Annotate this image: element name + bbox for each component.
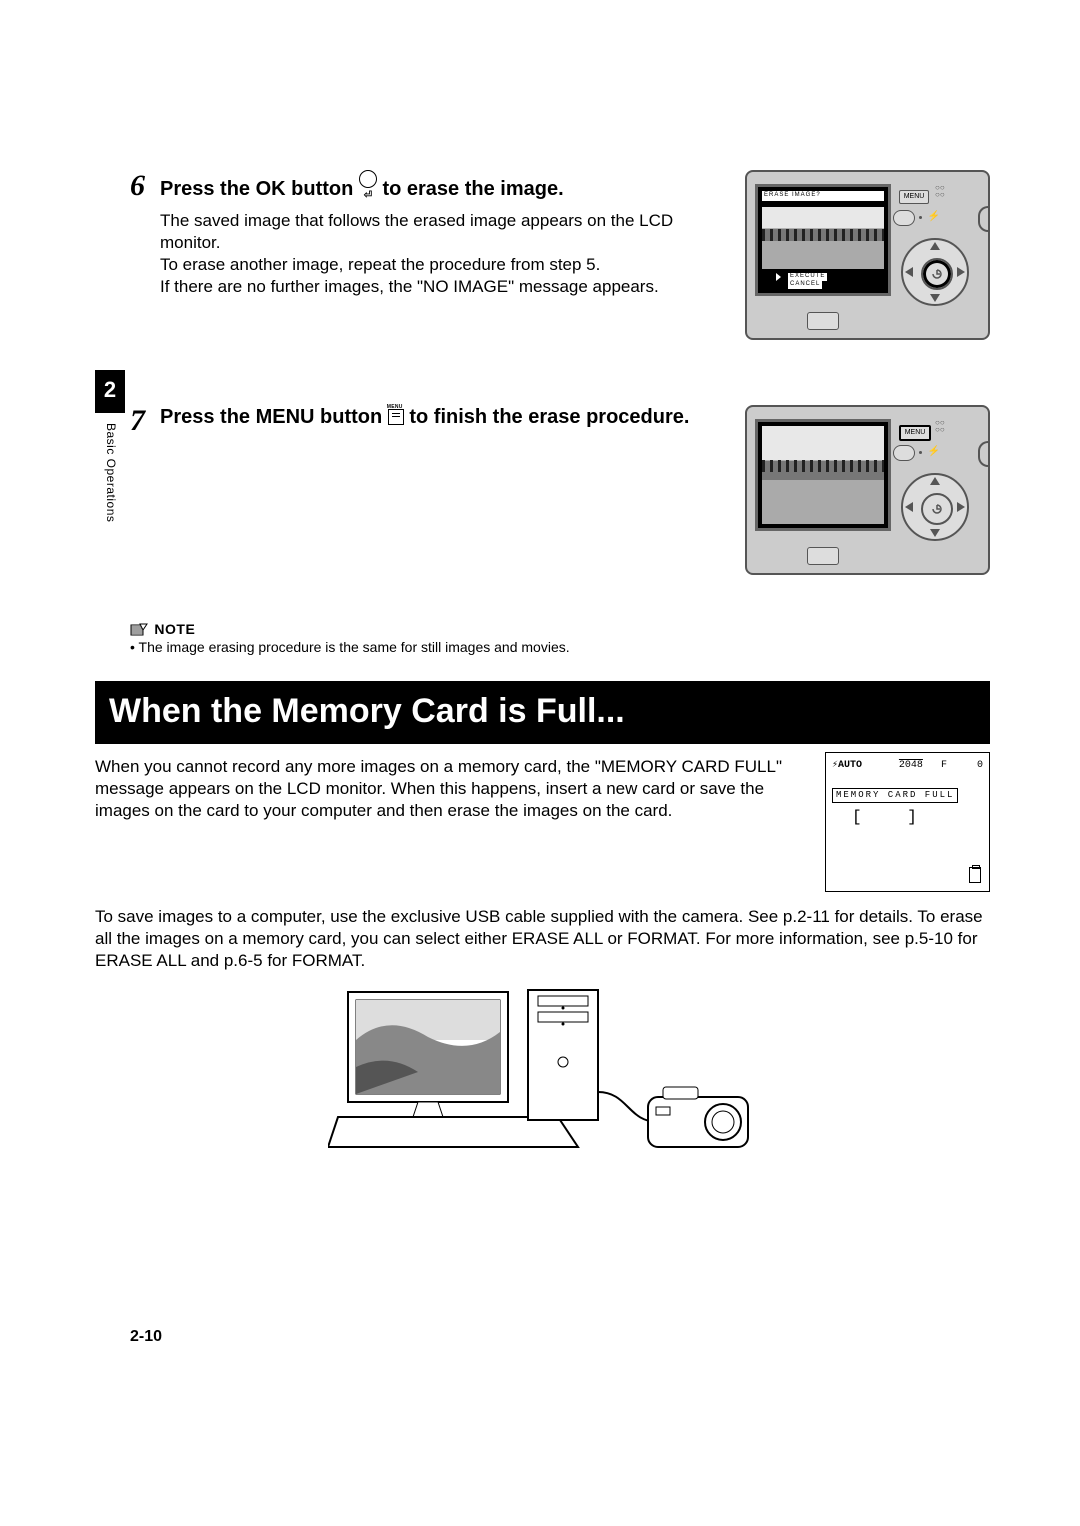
page-number: 2-10 — [130, 1327, 162, 1348]
manual-page: 2 Basic Operations 6 Press the OK button… — [0, 0, 1080, 1526]
step-number: 7 — [130, 401, 145, 440]
camera-illustration: MENU ○○○○ ⚡ — [745, 405, 990, 575]
lcd-count: 0 — [977, 760, 983, 771]
camera-speaker-dots: ○○○○ — [935, 419, 945, 433]
camera-grip — [978, 206, 990, 232]
menu-button-icon — [388, 409, 404, 425]
camera-illustration: ERASE IMAGE? EXECUTE CANCEL MENU ○○○○ ⚡ — [745, 170, 990, 340]
lcd-brackets: [ ] — [832, 807, 983, 828]
step-heading-part-b: to finish the erase procedure. — [409, 406, 689, 428]
lcd-photo — [762, 426, 884, 524]
lcd-message: MEMORY CARD FULL — [832, 788, 958, 804]
section-para-2: To save images to a computer, use the ex… — [95, 906, 990, 972]
flash-icon: ⚡ — [927, 210, 941, 224]
lcd-flash-mode: ⚡AUTO — [832, 759, 862, 772]
camera-menu-button-highlighted: MENU — [899, 425, 931, 441]
step-heading: Press the MENU button to finish the eras… — [160, 405, 720, 430]
camera-dpad — [895, 467, 975, 547]
lcd-resolution: 2048 — [899, 760, 923, 771]
camera-speaker-dots: ○○○○ — [935, 184, 945, 198]
camera-lcd — [755, 419, 891, 531]
dpad-ok-button — [921, 493, 953, 525]
camera-menu-button: MENU — [899, 190, 929, 204]
step-body-line: The saved image that follows the erased … — [160, 210, 720, 254]
memory-full-lcd: ⚡AUTO 2048 F 0 MEMORY CARD FULL [ ] — [825, 752, 990, 892]
step-body-line: If there are no further images, the "NO … — [160, 276, 720, 298]
lcd-quality: F — [941, 760, 947, 771]
camera-power-button — [893, 445, 915, 461]
chapter-tab: 2 Basic Operations — [95, 370, 125, 528]
note-block: NOTE • The image erasing procedure is th… — [130, 620, 990, 656]
flash-icon: ⚡ — [927, 445, 941, 459]
dpad-right-icon — [957, 267, 965, 277]
step-heading-part-a: Press the OK button — [160, 178, 359, 200]
memory-section: When you cannot record any more images o… — [95, 756, 990, 906]
note-bullet: • The image erasing procedure is the sam… — [130, 638, 990, 656]
chapter-number: 2 — [95, 370, 125, 413]
dpad-left-icon — [905, 502, 913, 512]
camera-screen-button — [807, 312, 839, 330]
dpad-down-icon — [930, 529, 940, 537]
camera-body: MENU ○○○○ ⚡ — [745, 405, 990, 575]
lcd-title: ERASE IMAGE? — [762, 191, 884, 201]
step-body: The saved image that follows the erased … — [160, 210, 720, 298]
lcd-option-execute: EXECUTE — [788, 273, 827, 281]
note-icon — [130, 622, 148, 636]
note-heading: NOTE — [130, 620, 990, 638]
computer-transfer-illustration — [328, 982, 758, 1152]
ok-button-icon: ⏎ — [359, 170, 377, 188]
ok-icon — [923, 495, 951, 523]
dpad-up-icon — [930, 477, 940, 485]
step-heading-part-b: to erase the image. — [382, 178, 563, 200]
step-7: 7 Press the MENU button to finish the er… — [130, 405, 990, 590]
dpad-up-icon — [930, 242, 940, 250]
step-6: 6 Press the OK button ⏎ to erase the ima… — [130, 170, 990, 355]
note-label: NOTE — [154, 621, 195, 637]
camera-dpad — [895, 232, 975, 312]
chapter-title: Basic Operations — [102, 413, 118, 522]
dpad-left-icon — [905, 267, 913, 277]
ok-icon — [923, 260, 951, 288]
step-body-line: To erase another image, repeat the proce… — [160, 254, 720, 276]
camera-lcd: ERASE IMAGE? EXECUTE CANCEL — [755, 184, 891, 296]
battery-icon — [969, 867, 981, 883]
camera-grip — [978, 441, 990, 467]
lcd-res-group: 2048 F 0 — [899, 759, 983, 772]
camera-body: ERASE IMAGE? EXECUTE CANCEL MENU ○○○○ ⚡ — [745, 170, 990, 340]
lcd-status-row: ⚡AUTO 2048 F 0 — [832, 759, 983, 772]
lcd-selector-arrow — [776, 273, 781, 281]
step-number: 6 — [130, 166, 145, 205]
dpad-ok-button — [921, 258, 953, 290]
section-heading: When the Memory Card is Full... — [95, 681, 990, 743]
lcd-photo — [762, 207, 884, 269]
computer-diagram-svg — [328, 982, 758, 1152]
dpad-right-icon — [957, 502, 965, 512]
camera-indicator-dot — [919, 216, 922, 219]
camera-indicator-dot — [919, 451, 922, 454]
lcd-option-cancel: CANCEL — [788, 281, 822, 289]
step-heading: Press the OK button ⏎ to erase the image… — [160, 170, 720, 202]
section-para-1: When you cannot record any more images o… — [95, 756, 810, 822]
step-heading-part-a: Press the MENU button — [160, 406, 388, 428]
dpad-down-icon — [930, 294, 940, 302]
camera-screen-button — [807, 547, 839, 565]
camera-power-button — [893, 210, 915, 226]
